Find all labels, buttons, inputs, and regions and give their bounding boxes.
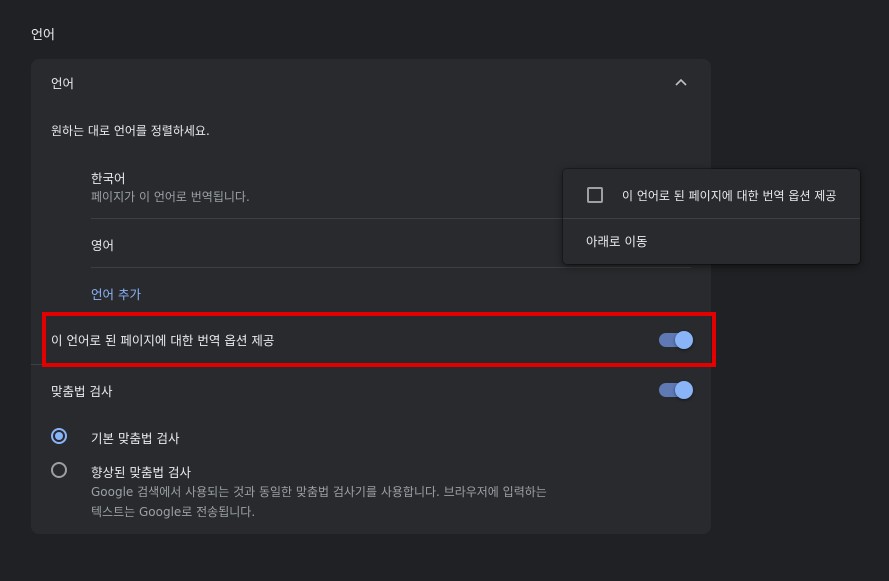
translate-offer-row[interactable]: 이 언어로 된 페이지에 대한 번역 옵션 제공 bbox=[31, 315, 711, 365]
radio-description: Google 검색에서 사용되는 것과 동일한 맞춤법 검사기를 사용합니다. … bbox=[91, 485, 547, 519]
chevron-up-icon[interactable] bbox=[671, 72, 691, 92]
spellcheck-label: 맞춤법 검사 bbox=[51, 383, 113, 399]
radio-basic-spellcheck[interactable] bbox=[51, 428, 67, 444]
translate-offer-toggle[interactable] bbox=[659, 330, 693, 349]
menu-item-move-down[interactable]: 아래로 이동 bbox=[563, 220, 860, 264]
languages-card: 언어 원하는 대로 언어를 정렬하세요. 한국어 페이지가 이 언어로 번역됩니… bbox=[31, 59, 711, 534]
language-name: 영어 bbox=[91, 238, 115, 253]
language-subtitle: 페이지가 이 언어로 번역됩니다. bbox=[91, 190, 250, 204]
radio-label: 기본 맞춤법 검사 bbox=[91, 431, 180, 446]
spellcheck-row[interactable]: 맞춤법 검사 bbox=[31, 377, 711, 403]
menu-item-label: 이 언어로 된 페이지에 대한 번역 옵션 제공 bbox=[622, 189, 837, 203]
languages-header-label: 언어 bbox=[51, 75, 75, 91]
language-name: 한국어 bbox=[91, 171, 126, 186]
radio-label: 향상된 맞춤법 검사 bbox=[91, 465, 191, 480]
menu-item-offer-translate[interactable]: 이 언어로 된 페이지에 대한 번역 옵션 제공 bbox=[563, 169, 860, 219]
language-context-menu: 이 언어로 된 페이지에 대한 번역 옵션 제공 아래로 이동 bbox=[563, 169, 860, 264]
menu-item-label: 아래로 이동 bbox=[586, 234, 648, 249]
add-language-link[interactable]: 언어 추가 bbox=[91, 284, 141, 303]
languages-description: 원하는 대로 언어를 정렬하세요. bbox=[51, 124, 210, 138]
languages-header[interactable]: 언어 bbox=[51, 72, 691, 92]
spellcheck-toggle[interactable] bbox=[659, 381, 693, 399]
settings-page: 언어 언어 원하는 대로 언어를 정렬하세요. 한국어 페이지가 이 언어로 번… bbox=[0, 0, 889, 581]
toggle-knob bbox=[675, 330, 693, 349]
toggle-knob bbox=[675, 381, 693, 399]
radio-enhanced-spellcheck[interactable] bbox=[51, 462, 67, 478]
section-title: 언어 bbox=[31, 28, 55, 43]
translate-offer-label: 이 언어로 된 페이지에 대한 번역 옵션 제공 bbox=[51, 333, 275, 348]
offer-translate-checkbox[interactable] bbox=[587, 187, 603, 203]
